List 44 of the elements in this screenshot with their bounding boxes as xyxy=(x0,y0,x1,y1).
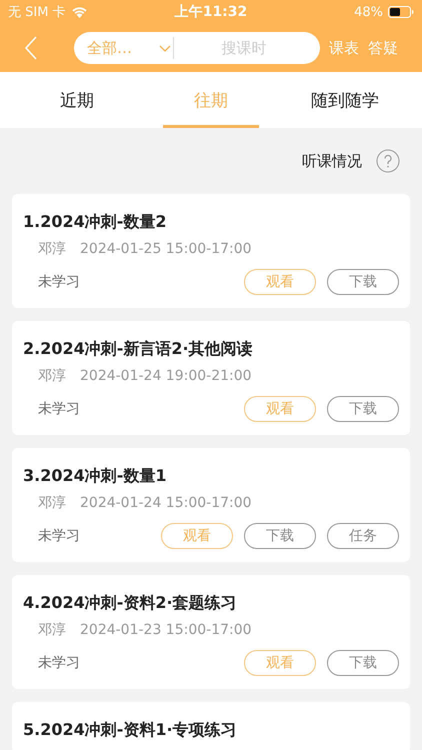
filter-dropdown[interactable]: 全部… xyxy=(87,38,171,58)
lesson-card[interactable]: 5.2024冲刺-资料1·专项练习 xyxy=(12,702,410,750)
action-button[interactable]: 观看 xyxy=(244,269,316,295)
lesson-time: 2024-01-24 19:00-21:00 xyxy=(80,367,252,386)
chevron-down-icon xyxy=(159,44,171,52)
lesson-title: 2.2024冲刺-新言语2·其他阅读 xyxy=(23,338,254,360)
lesson-title: 3.2024冲刺-数量1 xyxy=(23,465,168,487)
lesson-title: 5.2024冲刺-资料1·专项练习 xyxy=(23,719,238,741)
teacher-name: 邓淳 xyxy=(38,621,66,640)
action-button[interactable]: 下载 xyxy=(327,650,399,676)
lesson-title: 1.2024冲刺-数量2 xyxy=(23,211,168,233)
attendance-link[interactable]: 听课情况 xyxy=(302,152,362,170)
teacher-name: 邓淳 xyxy=(38,240,66,259)
teacher-name: 邓淳 xyxy=(38,494,66,513)
wifi-icon xyxy=(70,6,88,18)
lesson-title: 4.2024冲刺-资料2·套题练习 xyxy=(23,592,238,614)
action-button[interactable]: 观看 xyxy=(161,523,233,549)
clock-time: 上午11:32 xyxy=(174,3,248,21)
tab[interactable]: 往期 xyxy=(163,72,259,128)
lesson-card[interactable]: 2.2024冲刺-新言语2·其他阅读 邓淳 2024-01-24 19:00-21:00 未学习 观看 下载 xyxy=(12,321,410,435)
action-button[interactable]: 观看 xyxy=(244,396,316,422)
teacher-name: 邓淳 xyxy=(38,367,66,386)
battery-icon xyxy=(388,6,414,18)
action-button[interactable]: 任务 xyxy=(327,523,399,549)
lesson-time: 2024-01-25 15:00-17:00 xyxy=(80,240,252,259)
study-status: 未学习 xyxy=(37,273,80,291)
lesson-card[interactable]: 3.2024冲刺-数量1 邓淳 2024-01-24 15:00-17:00 未学习 观看 下载 任务 xyxy=(12,448,410,562)
lesson-time: 2024-01-23 15:00-17:00 xyxy=(80,621,252,640)
carrier-label: 无 SIM 卡 xyxy=(8,4,66,21)
tab[interactable]: 随到随学 xyxy=(297,72,393,128)
action-button[interactable]: 下载 xyxy=(327,396,399,422)
study-status: 未学习 xyxy=(37,527,80,545)
lesson-card[interactable]: 4.2024冲刺-资料2·套题练习 邓淳 2024-01-23 15:00-17:00 未学习 观看 下载 xyxy=(12,575,410,689)
study-status: 未学习 xyxy=(37,400,80,418)
back-button[interactable] xyxy=(24,36,38,60)
tab[interactable]: 近期 xyxy=(29,72,125,128)
action-button[interactable]: 下载 xyxy=(327,269,399,295)
action-button[interactable]: 观看 xyxy=(244,650,316,676)
lesson-card[interactable]: 1.2024冲刺-数量2 邓淳 2024-01-25 15:00-17:00 未学习 观看 下载 xyxy=(12,194,410,308)
study-status: 未学习 xyxy=(37,654,80,672)
battery-percent: 48% xyxy=(354,4,383,20)
lesson-time: 2024-01-24 15:00-17:00 xyxy=(80,494,252,513)
action-button[interactable]: 下载 xyxy=(244,523,316,549)
help-icon[interactable] xyxy=(376,149,400,173)
